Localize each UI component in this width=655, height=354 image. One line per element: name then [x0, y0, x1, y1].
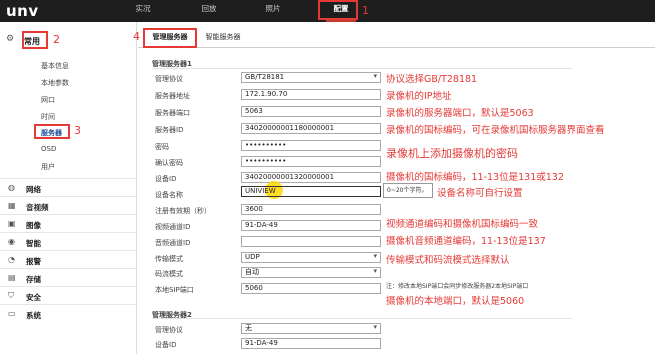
confirm-password-input[interactable]: ••••••••••	[241, 156, 381, 167]
brand-logo: unv	[6, 2, 39, 20]
highlight-box-config	[318, 0, 358, 20]
label-audio-channel-id: 音频通道ID	[155, 239, 191, 247]
label-confirm-password: 确认密码	[155, 159, 183, 167]
category-label: 安全	[26, 293, 41, 302]
device-name-input[interactable]: UNIVIEW	[241, 186, 381, 197]
annotation-local-port: 摄像机的本地端口，默认是5060	[386, 296, 525, 307]
nav-photo[interactable]: 照片	[258, 0, 288, 22]
tab-smart-server[interactable]: 智能服务器	[198, 28, 248, 48]
sidebar-item-basic-info[interactable]: 基本信息	[41, 61, 69, 71]
label-password: 密码	[155, 143, 169, 151]
sidebar-category-security[interactable]: ⛉ 安全	[0, 286, 137, 304]
annotation-device-name: 设备名称可自行设置	[437, 188, 523, 199]
label-local-sip-port: 本地SIP端口	[155, 286, 194, 294]
highlight-box-server	[34, 124, 70, 139]
label-video-channel-id: 视频通道ID	[155, 223, 191, 231]
transport-mode-select[interactable]: UDP	[241, 252, 381, 263]
annotation-transport: 传输模式和码流模式选择默认	[386, 255, 510, 266]
nav-live[interactable]: 实况	[128, 0, 158, 22]
sidebar-category-alarm[interactable]: ◔ 报警	[0, 250, 137, 268]
highlight-box-tab	[143, 28, 197, 48]
annotation-protocol: 协议选择GB/T28181	[386, 74, 478, 85]
annotation-video-channel: 视频通道编码和摄像机国标编码一致	[386, 219, 539, 230]
label-device-id-2: 设备ID	[155, 341, 177, 349]
annotation-step-3: 3	[74, 124, 81, 137]
sidebar-item-time[interactable]: 时间	[41, 112, 55, 122]
label-device-name: 设备名称	[155, 191, 183, 199]
sidebar: ⚙ 常用 基本信息 本地参数 网口 时间 服务器 OSD 用户 ◍ 网络 ▦ 音…	[0, 22, 137, 354]
server-id-input[interactable]: 34020000001180000001	[241, 123, 381, 134]
stream-mode-select[interactable]: 自动	[241, 267, 381, 278]
category-label: 报警	[26, 257, 41, 266]
audio-channel-id-input[interactable]	[241, 236, 381, 247]
sidebar-item-network-port[interactable]: 网口	[41, 95, 55, 105]
label-protocol: 管理协议	[155, 75, 183, 83]
label-stream-mode: 码流模式	[155, 270, 183, 278]
annotation-port: 录像机的服务器端口，默认是5063	[386, 108, 534, 119]
sidebar-category-av[interactable]: ▦ 音视频	[0, 196, 137, 214]
alarm-icon: ◔	[8, 255, 15, 264]
section-divider	[152, 318, 572, 319]
category-label: 音视频	[26, 203, 49, 212]
image-icon: ▣	[8, 219, 16, 228]
registration-period-input[interactable]: 3600	[241, 204, 381, 215]
highlight-box-common	[22, 31, 48, 49]
label-transport-mode: 传输模式	[155, 255, 183, 263]
annotation-server-id: 录像机的国标编码，可在录像机国标服务器界面查看	[386, 125, 605, 136]
sidebar-item-user[interactable]: 用户	[41, 162, 55, 172]
protocol-select[interactable]: GB/T28181	[241, 72, 381, 83]
annotation-password: 录像机上添加摄像机的密码	[386, 147, 518, 160]
annotation-step-2: 2	[53, 33, 60, 46]
label-server-id: 服务器ID	[155, 126, 184, 134]
film-icon: ▦	[8, 201, 16, 210]
local-sip-port-input[interactable]: 5060	[241, 283, 381, 294]
label-device-id: 设备ID	[155, 175, 177, 183]
category-label: 图像	[26, 221, 41, 230]
sip-port-note: 注：修改本地SIP端口会同步修改服务器2本地SIP端口	[386, 283, 529, 290]
globe-icon: ◍	[8, 183, 15, 192]
section-divider	[152, 68, 572, 69]
category-label: 系统	[26, 311, 41, 320]
sidebar-item-local-params[interactable]: 本地参数	[41, 78, 69, 88]
brain-icon: ◉	[8, 237, 15, 246]
label-registration-period: 注册有效期（秒）	[155, 207, 211, 215]
annotation-step-1: 1	[362, 4, 369, 17]
protocol-select-2[interactable]: 无	[241, 323, 381, 334]
sidebar-category-system[interactable]: ▭ 系统	[0, 304, 137, 322]
sidebar-category-storage[interactable]: ▤ 存储	[0, 268, 137, 286]
sidebar-category-smart[interactable]: ◉ 智能	[0, 232, 137, 250]
password-input[interactable]: ••••••••••	[241, 140, 381, 151]
video-channel-id-input[interactable]: 91-DA-49	[241, 220, 381, 231]
sidebar-section-common[interactable]: ⚙ 常用	[0, 30, 137, 52]
category-label: 网络	[26, 185, 41, 194]
device-id-input[interactable]: 34020000001320000001	[241, 172, 381, 183]
server-port-input[interactable]: 5063	[241, 106, 381, 117]
server-address-input[interactable]: 172.1.90.70	[241, 89, 381, 100]
tab-divider	[138, 47, 655, 48]
gear-icon: ⚙	[6, 34, 15, 44]
sidebar-category-network[interactable]: ◍ 网络	[0, 178, 137, 196]
sidebar-item-osd[interactable]: OSD	[41, 145, 56, 153]
category-label: 存储	[26, 275, 41, 284]
annotation-step-4: 4	[133, 30, 140, 43]
system-icon: ▭	[8, 309, 16, 318]
annotation-ip: 录像机的IP地址	[386, 91, 452, 102]
annotation-audio-channel: 摄像机音频通道编码，11-13位是137	[386, 236, 546, 247]
label-server-port: 服务器端口	[155, 109, 190, 117]
label-protocol-2: 管理协议	[155, 326, 183, 334]
storage-icon: ▤	[8, 273, 16, 282]
shield-icon: ⛉	[8, 291, 14, 300]
annotation-device-id: 摄像机的国标编码，11-13位是131或132	[386, 172, 564, 183]
label-server-address: 服务器地址	[155, 92, 190, 100]
device-name-tooltip: 0~20个字符。	[383, 183, 433, 198]
category-label: 智能	[26, 239, 41, 248]
nav-playback[interactable]: 回放	[194, 0, 224, 22]
device-id-input-2[interactable]: 91-DA-49	[241, 338, 381, 349]
sidebar-category-image[interactable]: ▣ 图像	[0, 214, 137, 232]
